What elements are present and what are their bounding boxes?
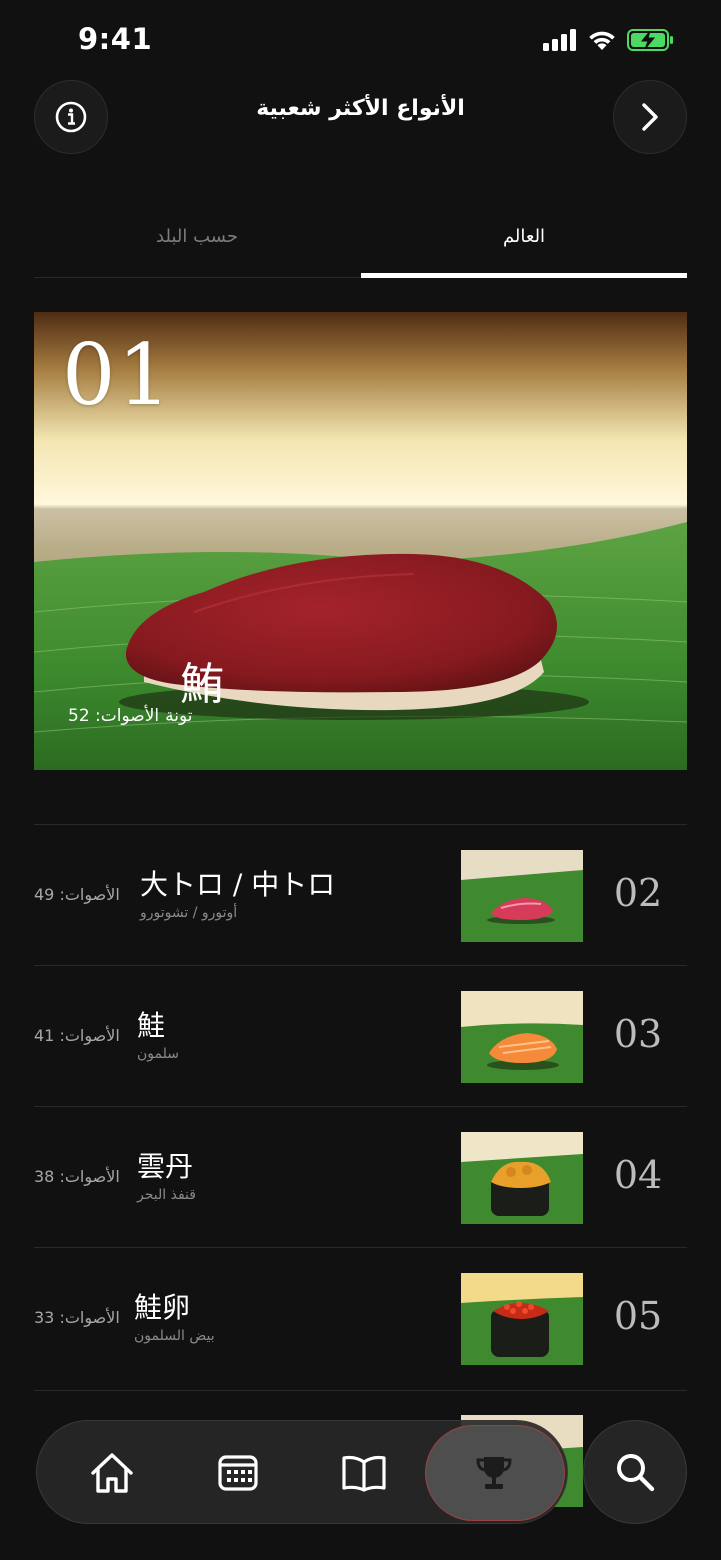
item-rank: 04	[613, 1153, 663, 1197]
tab-active-indicator	[361, 273, 687, 278]
hero-kanji: 鮪	[180, 659, 224, 710]
trophy-icon	[476, 1457, 512, 1489]
item-subtitle: بيض السلمون	[134, 1328, 215, 1344]
item-title: 鮭	[137, 1009, 166, 1042]
votes-label: الأصوات: 33	[34, 1308, 120, 1327]
segmented-tabs: حسب البلد العالم	[34, 210, 687, 278]
ikura-thumbnail	[461, 1273, 583, 1365]
list-item[interactable]: الأصوات: 41 鮭 سلمون 03	[34, 965, 687, 1106]
item-subtitle: قنفذ البحر	[137, 1187, 196, 1203]
signal-icon	[543, 29, 576, 51]
list-item[interactable]: الأصوات: 49 大トロ / 中トロ أوتورو / تشوتورو 0…	[34, 824, 687, 965]
page-title: الأنواع الأكثر شعبية	[256, 96, 465, 121]
info-icon	[55, 101, 87, 133]
battery-charging-icon	[627, 29, 673, 51]
item-title: 大トロ / 中トロ	[140, 868, 336, 901]
item-rank: 05	[613, 1294, 663, 1338]
home-icon	[91, 1453, 133, 1493]
bottom-tab-bar	[36, 1420, 568, 1524]
status-icons	[543, 28, 675, 52]
screen: 9:41 الأنواع الأكثر شعبية حسب البلد العا…	[0, 0, 721, 1560]
item-title: 鮭卵	[134, 1291, 191, 1324]
votes-label: الأصوات: 38	[34, 1167, 120, 1186]
chevron-right-icon	[642, 103, 658, 131]
hero-name: تونة	[165, 706, 193, 726]
tab-calendar[interactable]	[175, 1421, 301, 1525]
votes-label: الأصوات: 49	[34, 885, 120, 904]
uni-thumbnail	[461, 1132, 583, 1224]
calendar-icon	[218, 1455, 258, 1491]
search-icon	[617, 1454, 655, 1492]
hero-rank: 01	[62, 326, 173, 424]
fatty-tuna-thumbnail	[461, 850, 583, 942]
salmon-thumbnail	[461, 991, 583, 1083]
book-icon	[342, 1455, 386, 1492]
forward-button[interactable]	[613, 80, 687, 154]
tab-ranking[interactable]	[431, 1421, 557, 1525]
tab-by-country[interactable]: حسب البلد	[34, 210, 360, 278]
list-item[interactable]: الأصوات: 38 雲丹 قنفذ البحر 04	[34, 1106, 687, 1247]
tab-world[interactable]: العالم	[361, 210, 687, 278]
tab-book[interactable]	[301, 1421, 427, 1525]
votes-label: الأصوات: 41	[34, 1026, 120, 1045]
divider	[34, 1390, 687, 1391]
ranking-list: الأصوات: 49 大トロ / 中トロ أوتورو / تشوتورو 0…	[34, 824, 687, 1388]
hero-subtitle: الأصوات: 52 تونة	[68, 706, 193, 726]
item-rank: 03	[613, 1012, 663, 1056]
hero-card-rank-1[interactable]: 01 鮪 الأصوات: 52 تونة	[34, 312, 687, 770]
wifi-icon	[589, 31, 615, 50]
list-item[interactable]: الأصوات: 33 鮭卵 بيض السلمون 05	[34, 1247, 687, 1388]
hero-votes: الأصوات: 52	[68, 706, 160, 726]
status-bar: 9:41	[0, 0, 721, 80]
tab-home[interactable]	[49, 1421, 175, 1525]
status-time: 9:41	[78, 22, 153, 56]
item-rank: 02	[613, 871, 663, 915]
info-button[interactable]	[34, 80, 108, 154]
item-subtitle: سلمون	[137, 1046, 179, 1062]
item-title: 雲丹	[137, 1150, 194, 1183]
item-subtitle: أوتورو / تشوتورو	[140, 905, 238, 921]
search-button[interactable]	[583, 1420, 687, 1524]
